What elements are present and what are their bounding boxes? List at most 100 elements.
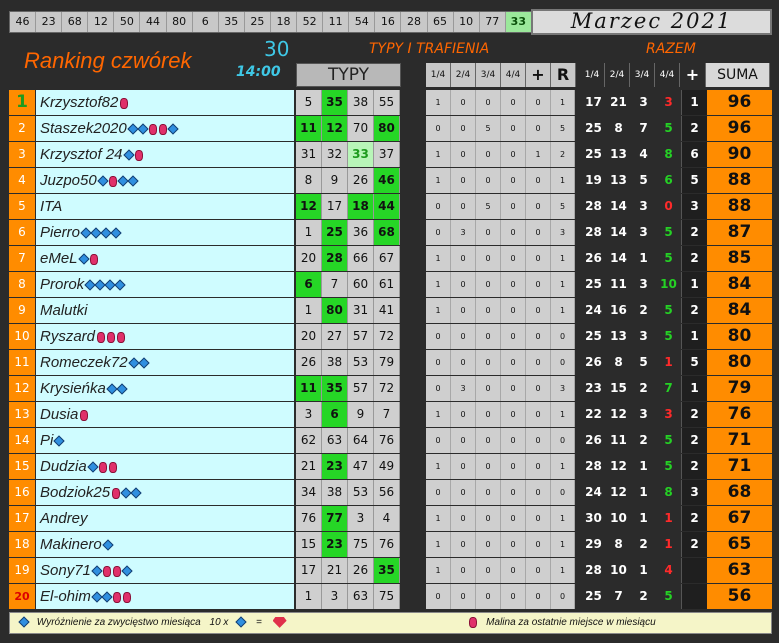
drawn-number: 28 — [401, 12, 428, 32]
table-row: 12 Krysieńka 11 35 57 72 0 3 0 0 0 3 23 15 2 7 1 79 — [9, 376, 772, 402]
daily-hit-cell: 0 — [526, 90, 551, 115]
raspberry-icon — [134, 149, 143, 161]
daily-hit-cell: 0 — [526, 584, 551, 609]
daily-hit-cell: 0 — [501, 220, 526, 245]
player-name: Pi — [40, 432, 54, 449]
daily-hit-cell: 0 — [526, 246, 551, 271]
legend-equals: = — [255, 617, 262, 628]
total-hits-group: 26 11 2 5 2 — [581, 428, 707, 453]
pick-cell: 38 — [322, 350, 348, 375]
player-name: eMeL — [40, 250, 78, 267]
daily-hit-cell: 0 — [426, 220, 451, 245]
raspberry-icon — [80, 409, 89, 421]
daily-hit-cell: 0 — [476, 142, 501, 167]
daily-hit-cell: 0 — [476, 454, 501, 479]
daily-hits-group: 100001 — [426, 90, 575, 115]
daily-hit-cell: 1 — [551, 168, 575, 193]
pick-cell: 17 — [322, 194, 348, 219]
drawn-number: 44 — [140, 12, 167, 32]
pick-cell: 1 — [296, 220, 322, 245]
daily-hit-cell: 0 — [526, 220, 551, 245]
total-hit-cell: 1 — [631, 480, 656, 505]
player-name-cell: Staszek2020 — [36, 116, 294, 141]
daily-hit-cell: 0 — [451, 272, 476, 297]
pick-cell: 21 — [296, 454, 322, 479]
legend-times: 10 x — [209, 617, 229, 628]
player-name: ITA — [40, 198, 63, 215]
total-hits-group: 19 13 5 6 5 — [581, 168, 707, 193]
daily-hit-cell: 1 — [426, 558, 451, 583]
legend-loser-text: Malina za ostatnie miejsce w miesiącu — [486, 617, 656, 628]
daily-hit-cell: 0 — [526, 454, 551, 479]
sum-cell: 87 — [707, 220, 772, 245]
daily-hit-cell: 0 — [476, 350, 501, 375]
daily-hit-cell: 3 — [551, 220, 575, 245]
total-hit-cell: 2 — [681, 506, 707, 531]
daily-hit-cell: 0 — [451, 506, 476, 531]
raspberry-icon — [122, 591, 131, 603]
player-name: Dusia — [40, 406, 79, 423]
picks-group: 62 63 64 76 — [296, 428, 401, 453]
total-hit-cell: 2 — [681, 220, 707, 245]
pick-cell: 3 — [322, 584, 348, 609]
daily-hit-cell: 0 — [451, 402, 476, 427]
total-hit-cell: 24 — [581, 480, 606, 505]
player-name-cell: Makinero — [36, 532, 294, 557]
sum-cell: 56 — [707, 584, 772, 609]
daily-hit-cell: 0 — [476, 324, 501, 349]
pick-cell: 11 — [296, 116, 322, 141]
daily-hit-cell: 1 — [551, 402, 575, 427]
drawn-number: 54 — [349, 12, 376, 32]
player-name: Krzysztof 24 — [40, 146, 123, 163]
picks-group: 11 35 57 72 — [296, 376, 401, 401]
pick-cell: 38 — [322, 480, 348, 505]
total-hit-cell: 8 — [656, 142, 681, 167]
raspberry-icon — [112, 565, 121, 577]
player-name-cell: Pierro — [36, 220, 294, 245]
raspberry-icon — [158, 123, 167, 135]
pick-cell: 36 — [348, 220, 374, 245]
daily-hit-cell: 0 — [501, 168, 526, 193]
daily-hit-cell: 0 — [451, 350, 476, 375]
daily-hit-cell: 1 — [551, 246, 575, 271]
total-hit-cell: 11 — [606, 428, 631, 453]
pick-cell: 80 — [322, 298, 348, 323]
total-hit-cell: 6 — [656, 168, 681, 193]
drawn-number: 68 — [62, 12, 89, 32]
diamond-icon — [101, 591, 113, 603]
daily-hit-cell: 1 — [426, 90, 451, 115]
total-hit-cell: 1 — [681, 272, 707, 297]
diamond-icon — [116, 383, 128, 395]
drawn-number: 35 — [219, 12, 245, 32]
table-row: 3 Krzysztof 24 31 32 33 37 1 0 0 0 1 2 25 13 4 8 6 90 — [9, 142, 772, 168]
daily-hit-cell: 0 — [551, 324, 575, 349]
daily-hit-cell: 1 — [551, 298, 575, 323]
daily-hit-cell: 0 — [551, 428, 575, 453]
daily-hit-cell: 0 — [501, 194, 526, 219]
total-hit-cell: 25 — [581, 116, 606, 141]
total-hits-group: 17 21 3 3 1 — [581, 90, 707, 115]
daily-hits-group: 000000 — [426, 324, 575, 349]
daily-hit-cell: 0 — [501, 142, 526, 167]
daily-hit-cell: 0 — [526, 272, 551, 297]
pick-cell: 9 — [348, 402, 374, 427]
sum-cell: 80 — [707, 324, 772, 349]
drawn-number: 12 — [88, 12, 115, 32]
daily-hit-cell: 0 — [426, 584, 451, 609]
table-row: 10 Ryszard 20 27 57 72 0 0 0 0 0 0 25 13 3 5 1 80 — [9, 324, 772, 350]
legend-footer: Wyróżnienie za zwycięstwo miesiąca 10 x … — [9, 612, 772, 634]
pick-cell: 35 — [322, 376, 348, 401]
raspberry-icon — [98, 461, 107, 473]
pick-cell: 28 — [322, 246, 348, 271]
daily-hit-cell: 0 — [476, 558, 501, 583]
rank-cell: 9 — [9, 298, 35, 323]
pick-cell: 56 — [374, 480, 400, 505]
player-name: Prorok — [40, 276, 85, 293]
pick-cell: 15 — [296, 532, 322, 557]
daily-hit-cell: 0 — [501, 480, 526, 505]
column-header: 1/4 — [580, 63, 605, 87]
table-row: 8 Prorok 6 7 60 61 1 0 0 0 0 1 25 11 3 10 1 84 — [9, 272, 772, 298]
player-name: Ryszard — [40, 328, 96, 345]
pick-cell: 26 — [296, 350, 322, 375]
total-hits-group: 29 8 2 1 2 — [581, 532, 707, 557]
